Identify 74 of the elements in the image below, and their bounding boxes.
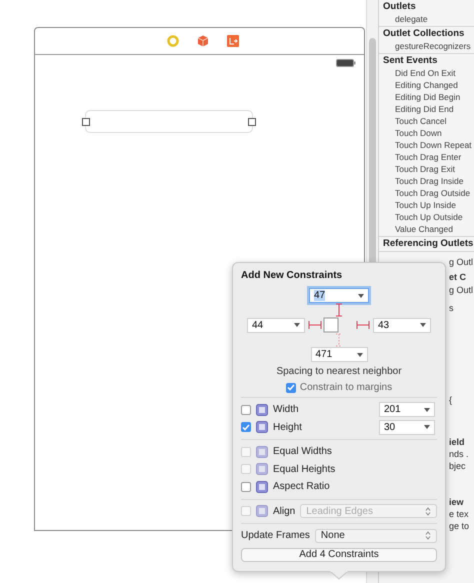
stepper-icon	[425, 506, 431, 516]
connection-item[interactable]: Value Changed	[383, 223, 474, 235]
checkbox[interactable]	[241, 404, 251, 415]
connection-item[interactable]: Editing Changed	[383, 79, 474, 91]
inspector-text: s	[449, 302, 454, 314]
cube-icon[interactable]	[196, 35, 208, 47]
dotted-strut-icon	[335, 333, 343, 347]
constraint-icon	[256, 463, 268, 476]
connection-item[interactable]: Editing Did Begin	[383, 91, 474, 103]
connection-item[interactable]: delegate	[383, 13, 474, 25]
connection-item[interactable]: Touch Down Repeat	[383, 139, 474, 151]
constraint-label: Height	[273, 422, 303, 433]
connection-item[interactable]: Touch Drag Outside	[383, 187, 474, 199]
circle-icon[interactable]	[166, 35, 178, 47]
inspector-text: ge to	[449, 520, 470, 532]
checkbox-label: Constrain to margins	[300, 382, 392, 393]
section-heading: Outlet Collections	[383, 27, 466, 40]
constraint-label: Align	[273, 506, 296, 517]
inspector-text: g Outl	[449, 284, 474, 296]
update-frames-select[interactable]: None	[314, 528, 437, 543]
battery-icon	[336, 59, 356, 67]
checkbox[interactable]	[241, 422, 251, 432]
connection-item[interactable]: Touch Cancel	[383, 115, 474, 127]
constraint-icon	[256, 446, 268, 458]
add-constraints-button[interactable]: Add 4 Constraints	[241, 548, 437, 562]
inspector-text: bjec	[449, 460, 467, 472]
section-heading: Sent Events	[383, 54, 438, 67]
constraint-label: Equal Widths	[273, 446, 332, 458]
update-frames-label: Update Frames	[241, 530, 310, 542]
constraints-popover: Add New Constraints 47 44 43 471 Spacing to nearest neighbor Constrain to margins Width 201 Height 30 Equal Widths Equal Heights Aspect Ratio Align Leading Edges Update Frames None Add 4 Constraints	[232, 262, 446, 572]
caret-icon	[358, 294, 364, 298]
constraint-icon	[256, 505, 268, 518]
inspector-text: nds .	[449, 448, 470, 460]
constraint-label: Aspect Ratio	[273, 481, 330, 492]
value-combo[interactable]: 30	[379, 420, 435, 435]
top-spacing-field[interactable]: 47	[309, 288, 369, 303]
inspector-text: g Outl	[449, 256, 474, 268]
inspector-text: e tex	[449, 508, 470, 520]
caret-icon	[424, 425, 430, 430]
connection-item[interactable]: gestureRecognizers	[383, 40, 474, 52]
inspector-text: et C	[449, 271, 468, 283]
constraint-icon	[256, 404, 268, 416]
spacing-caption: Spacing to nearest neighbor	[276, 366, 402, 377]
inspector-text: iew	[449, 496, 465, 508]
connection-item[interactable]: Touch Drag Inside	[383, 175, 474, 187]
caret-icon	[356, 352, 362, 356]
inspector-text: ield	[449, 436, 466, 448]
caret-icon	[294, 323, 300, 327]
connection-item[interactable]: Editing Did End	[383, 103, 474, 115]
popover-arrow	[330, 571, 348, 580]
connection-item[interactable]: Touch Drag Exit	[383, 163, 474, 175]
caret-icon	[424, 408, 430, 412]
caret-icon	[420, 323, 426, 327]
stepper-icon	[425, 531, 431, 540]
checkbox[interactable]	[286, 382, 296, 392]
exit-icon[interactable]	[226, 35, 238, 47]
popover-title: Add New Constraints	[241, 270, 344, 281]
strut-icon	[335, 303, 343, 317]
section-heading: Outlets	[383, 0, 417, 13]
connection-item[interactable]: Did End On Exit	[383, 67, 474, 79]
constraint-label: Width	[273, 404, 300, 416]
pin-diagram-icon	[308, 317, 370, 333]
constraint-label: Equal Heights	[273, 464, 336, 475]
text-field[interactable]	[85, 110, 253, 133]
checkbox[interactable]	[241, 482, 251, 492]
value-combo[interactable]: 201	[379, 402, 435, 418]
constraint-icon	[256, 480, 268, 493]
inspector-text: {	[449, 394, 454, 406]
connection-item[interactable]: Touch Drag Enter	[383, 151, 474, 163]
connection-item[interactable]: Touch Up Inside	[383, 199, 474, 211]
connection-item[interactable]: Touch Up Outside	[383, 211, 474, 223]
constraint-icon	[256, 421, 268, 434]
connection-item[interactable]: Touch Down	[383, 127, 474, 139]
section-heading: Referencing Outlets	[383, 237, 474, 250]
